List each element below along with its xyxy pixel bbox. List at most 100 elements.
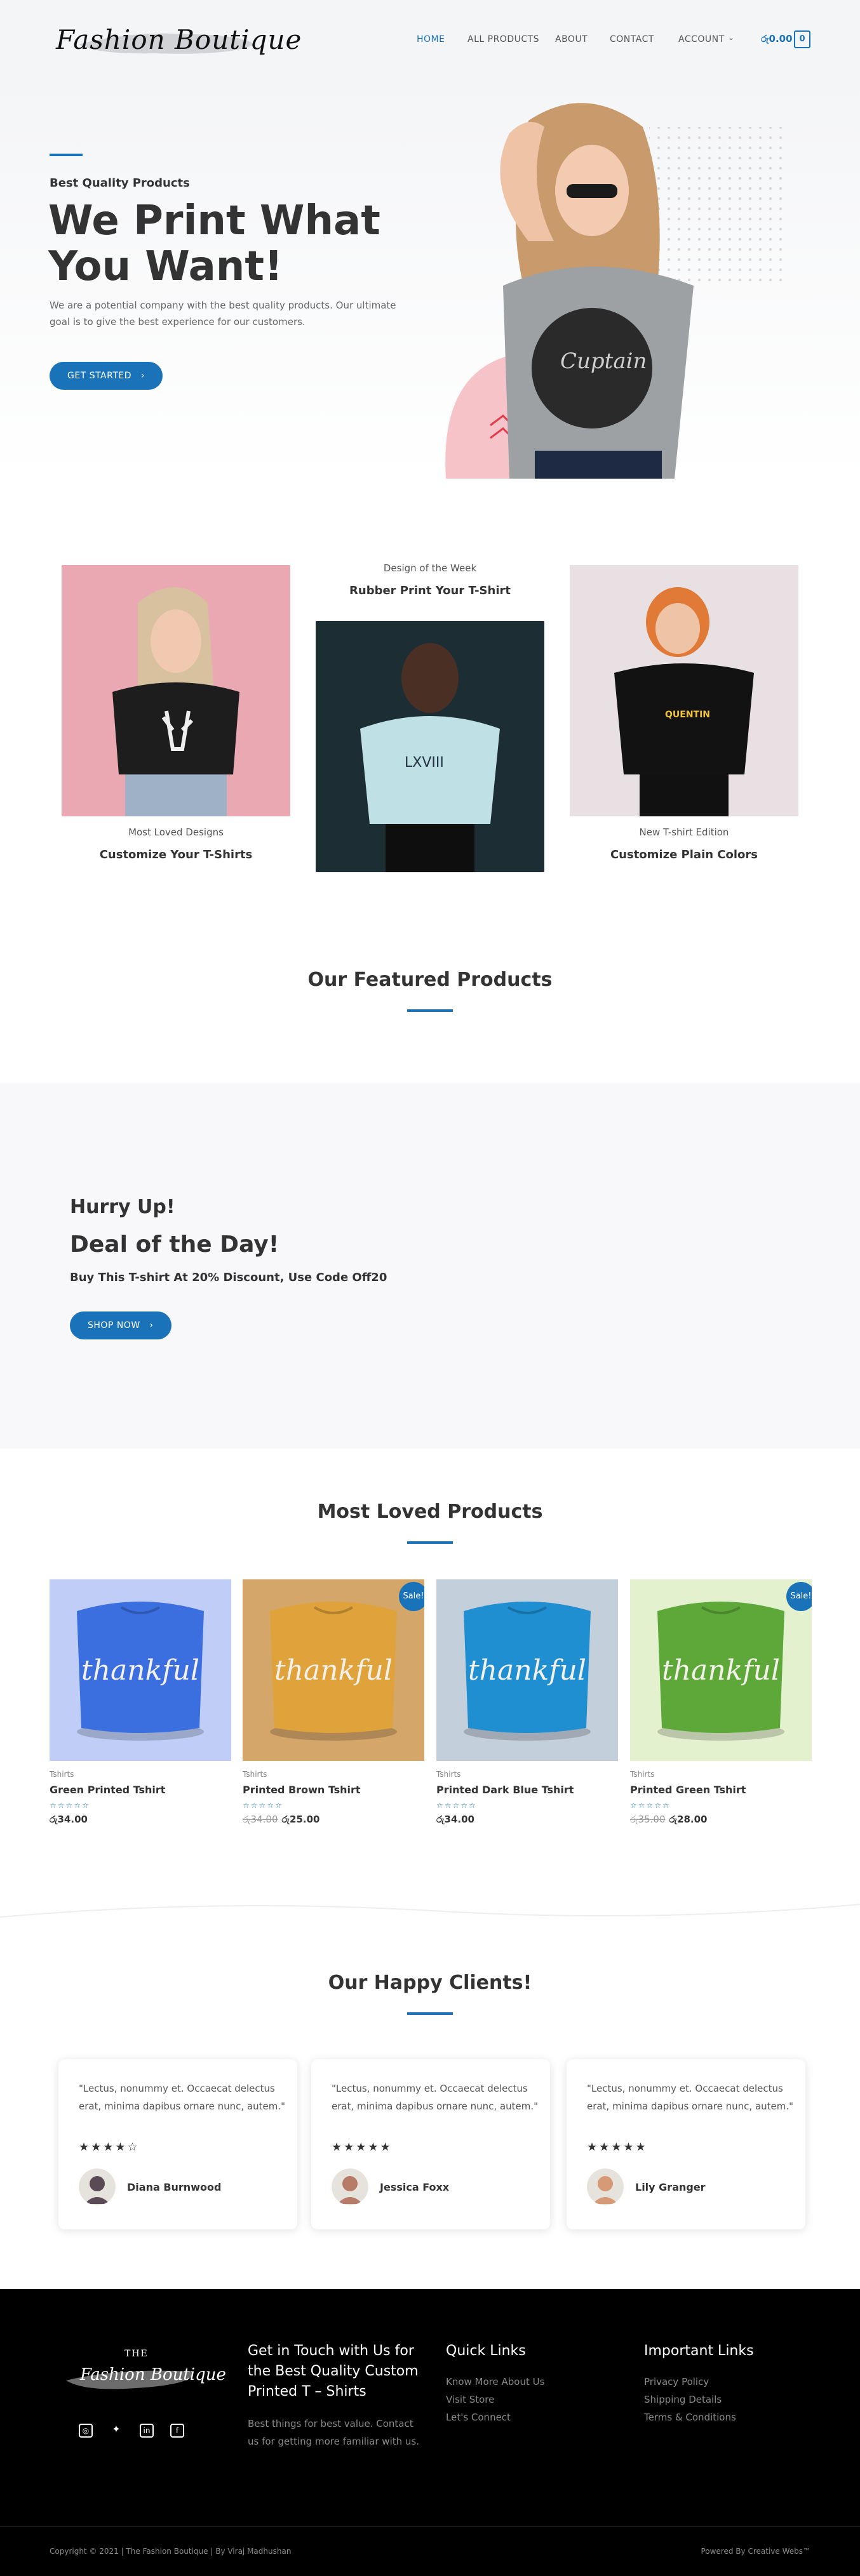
folded-tshirt-image: thankful [243, 1579, 424, 1761]
deal-section [0, 1083, 860, 1449]
testimonial-quote: "Lectus, nonummy et. Occaecat delectus e… [332, 2083, 539, 2112]
powered-by-text: Powered By Creative Webs™ [701, 2547, 810, 2556]
product-rating-stars: ☆☆☆☆☆ [630, 1801, 671, 1810]
hero-accent-rule [50, 154, 83, 156]
testimonial-name: Jessica Foxx [380, 2181, 450, 2193]
product-print-text: thankful [468, 1654, 586, 1687]
nav-account[interactable]: ACCOUNT [678, 34, 725, 44]
wave-divider [0, 1904, 860, 1918]
site-logo[interactable]: Fashion Boutique [56, 24, 302, 55]
testimonial-stars: ★★★★★ [587, 2141, 648, 2154]
product-name[interactable]: Printed Green Tshirt [630, 1784, 812, 1796]
product-price: රු34.00 [50, 1814, 231, 1825]
product-name[interactable]: Printed Dark Blue Tshirt [436, 1784, 618, 1796]
folded-tshirt-image: thankful [630, 1579, 812, 1761]
product-image[interactable]: thankful [436, 1579, 618, 1761]
product-rating-stars: ☆☆☆☆☆ [243, 1801, 283, 1810]
product-current-price: රු34.00 [436, 1814, 474, 1825]
testimonial-card: "Lectus, nonummy et. Occaecat delectus e… [311, 2059, 550, 2229]
footer-link-store[interactable]: Visit Store [446, 2391, 544, 2408]
design-subtitle: Design of the Week [383, 562, 477, 574]
avatar [587, 2168, 624, 2205]
footer-link-about[interactable]: Know More About Us [446, 2373, 544, 2391]
site-footer [0, 2289, 860, 2576]
svg-text:LXVIII: LXVIII [405, 755, 444, 771]
linkedin-icon[interactable]: in [140, 2424, 154, 2438]
clients-accent-rule [407, 2012, 453, 2015]
cart-amount[interactable]: රු0.00 [761, 33, 793, 44]
product-print-text: thankful [81, 1654, 199, 1687]
footer-quick-links: Know More About Us Visit Store Let's Con… [446, 2373, 544, 2426]
product-card[interactable]: thankful Tshirts Printed Dark Blue Tshirt ☆… [436, 1579, 618, 1825]
shop-now-button[interactable]: SHOP NOW › [70, 1311, 171, 1339]
testimonial-stars: ★★★★★ [332, 2141, 393, 2154]
deal-text: Buy This T-shirt At 20% Discount, Use Co… [70, 1271, 387, 1284]
design-image-rubber-print-tee[interactable]: LXVIII [316, 621, 544, 872]
nav-contact[interactable]: CONTACT [610, 34, 654, 44]
folded-tshirt-image: thankful [436, 1579, 618, 1761]
deal-hurry: Hurry Up! [70, 1196, 175, 1218]
design-image-skeleton-hand-tee[interactable] [62, 565, 290, 816]
product-image[interactable]: thankful [50, 1579, 231, 1761]
product-card[interactable]: thankful Tshirts Green Printed Tshirt ☆☆☆☆☆… [50, 1579, 231, 1825]
footer-link-terms[interactable]: Terms & Conditions [644, 2408, 736, 2426]
hero-description: We are a potential company with the best… [50, 300, 396, 328]
design-title[interactable]: Customize Plain Colors [570, 848, 798, 861]
deal-title: Deal of the Day! [70, 1232, 279, 1258]
footer-contact-title: Get in Touch with Us for the Best Qualit… [248, 2343, 419, 2400]
featured-accent-rule [407, 1009, 453, 1012]
cart-count[interactable]: 0 [794, 30, 810, 48]
svg-text:Cuptain: Cuptain [560, 349, 647, 374]
product-category[interactable]: Tshirts [436, 1770, 618, 1779]
clients-title: Our Happy Clients! [328, 1972, 532, 1994]
design-image-plain-black-tee[interactable]: QUENTIN [570, 565, 798, 816]
footer-link-connect[interactable]: Let's Connect [446, 2408, 544, 2426]
loved-accent-rule [407, 1541, 453, 1544]
testimonial-stars: ★★★★☆ [79, 2141, 140, 2154]
svg-text:QUENTIN: QUENTIN [665, 710, 710, 720]
footer-link-privacy[interactable]: Privacy Policy [644, 2373, 736, 2391]
folded-tshirt-image: thankful [50, 1579, 231, 1761]
testimonial-name: Lily Granger [635, 2181, 706, 2193]
footer-logo-the: THE [124, 2349, 149, 2359]
product-name[interactable]: Printed Brown Tshirt [243, 1784, 424, 1796]
product-rating-stars: ☆☆☆☆☆ [436, 1801, 477, 1810]
nav-home[interactable]: HOME [417, 34, 445, 44]
hero-kicker: Best Quality Products [50, 176, 190, 190]
product-image[interactable]: thankful Sale! [243, 1579, 424, 1761]
product-name[interactable]: Green Printed Tshirt [50, 1784, 231, 1796]
testimonial-quote: "Lectus, nonummy et. Occaecat delectus e… [587, 2083, 794, 2112]
product-price: රු34.00 රු25.00 [243, 1814, 424, 1825]
footer-quick-title: Quick Links [446, 2343, 526, 2359]
product-old-price: රු35.00 [630, 1814, 666, 1825]
product-print-text: thankful [662, 1654, 780, 1687]
hero-title: We Print What You Want! [48, 197, 380, 290]
get-started-button[interactable]: GET STARTED › [50, 362, 163, 390]
footer-important-title: Important Links [644, 2343, 754, 2359]
design-subtitle: New T-shirt Edition [639, 827, 729, 838]
chevron-down-icon: ⌄ [728, 33, 735, 42]
footer-logo[interactable]: Fashion Boutique [80, 2365, 226, 2384]
product-card[interactable]: thankful Sale! Tshirts Printed Brown Tshirt… [243, 1579, 424, 1825]
nav-about[interactable]: ABOUT [555, 34, 588, 44]
product-category[interactable]: Tshirts [50, 1770, 231, 1779]
product-image[interactable]: thankful Sale! [630, 1579, 812, 1761]
design-title[interactable]: Rubber Print Your T-Shirt [316, 584, 544, 597]
copyright-text: Copyright © 2021 | The Fashion Boutique … [50, 2547, 292, 2556]
instagram-icon[interactable]: ◎ [79, 2424, 93, 2438]
footer-contact-text: Best things for best value. Contact us f… [248, 2418, 419, 2447]
product-old-price: රු34.00 [243, 1814, 278, 1825]
design-title[interactable]: Customize Your T-Shirts [62, 848, 290, 861]
shop-now-label: SHOP NOW [88, 1320, 140, 1331]
footer-link-shipping[interactable]: Shipping Details [644, 2391, 736, 2408]
sale-badge: Sale! [399, 1582, 424, 1611]
facebook-icon[interactable]: f [170, 2424, 184, 2438]
product-card[interactable]: thankful Sale! Tshirts Printed Green Tshirt… [630, 1579, 812, 1825]
twitter-icon[interactable]: ✦ [109, 2424, 123, 2438]
testimonial-card: "Lectus, nonummy et. Occaecat delectus e… [567, 2059, 805, 2229]
product-print-text: thankful [274, 1654, 393, 1687]
product-category[interactable]: Tshirts [243, 1770, 424, 1779]
nav-all-products[interactable]: ALL PRODUCTS [467, 34, 539, 44]
product-current-price: රු28.00 [669, 1814, 708, 1825]
product-category[interactable]: Tshirts [630, 1770, 812, 1779]
